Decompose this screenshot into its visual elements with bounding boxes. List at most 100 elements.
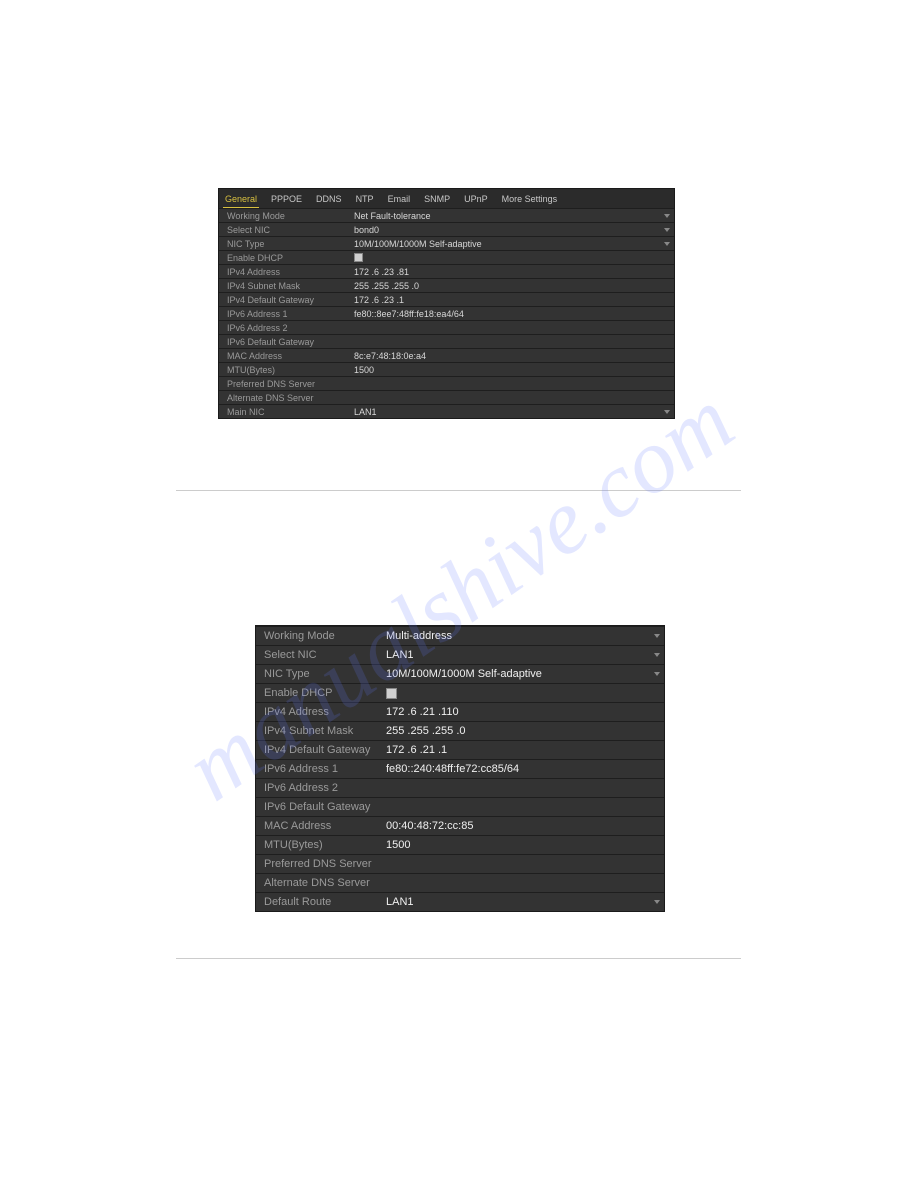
setting-row: Preferred DNS Server [256, 854, 664, 873]
setting-row: MAC Address00:40:48:72:cc:85 [256, 816, 664, 835]
setting-label: Default Route [256, 896, 386, 908]
setting-label: IPv6 Address 1 [256, 763, 386, 775]
setting-value[interactable]: LAN1 [386, 896, 664, 908]
tab-ntp[interactable]: NTP [354, 192, 376, 208]
network-settings-panel-1: General PPPOE DDNS NTP Email SNMP UPnP More Set… [218, 188, 675, 419]
setting-value[interactable]: 10M/100M/1000M Self-adaptive [354, 239, 674, 249]
chevron-down-icon [664, 410, 670, 414]
dhcp-checkbox[interactable] [386, 688, 397, 699]
setting-label: Alternate DNS Server [219, 393, 354, 403]
setting-label: MTU(Bytes) [256, 839, 386, 851]
setting-label: IPv6 Address 2 [219, 323, 354, 333]
setting-label: IPv6 Default Gateway [219, 337, 354, 347]
tab-upnp[interactable]: UPnP [462, 192, 490, 208]
setting-label: IPv4 Address [256, 706, 386, 718]
setting-label: NIC Type [219, 239, 354, 249]
chevron-down-icon [654, 634, 660, 638]
setting-row: IPv4 Address172 .6 .23 .81 [219, 264, 674, 278]
setting-value: 172 .6 .21 .1 [386, 744, 664, 756]
setting-value[interactable]: 10M/100M/1000M Self-adaptive [386, 668, 664, 680]
setting-row[interactable]: Select NICbond0 [219, 222, 674, 236]
setting-row: Preferred DNS Server [219, 376, 674, 390]
setting-label: IPv6 Address 2 [256, 782, 386, 794]
tab-pppoe[interactable]: PPPOE [269, 192, 304, 208]
setting-label: MAC Address [256, 820, 386, 832]
setting-row: Alternate DNS Server [256, 873, 664, 892]
chevron-down-icon [664, 214, 670, 218]
setting-row: IPv4 Subnet Mask255 .255 .255 .0 [219, 278, 674, 292]
setting-value: 172 .6 .23 .1 [354, 295, 674, 305]
setting-row[interactable]: Select NICLAN1 [256, 645, 664, 664]
setting-value: 255 .255 .255 .0 [354, 281, 674, 291]
network-settings-panel-2: Working ModeMulti-addressSelect NICLAN1N… [255, 625, 665, 912]
setting-row[interactable]: NIC Type10M/100M/1000M Self-adaptive [219, 236, 674, 250]
setting-value: 1500 [354, 365, 674, 375]
tab-ddns[interactable]: DDNS [314, 192, 344, 208]
setting-row: Alternate DNS Server [219, 390, 674, 404]
setting-row[interactable]: NIC Type10M/100M/1000M Self-adaptive [256, 664, 664, 683]
setting-value[interactable]: LAN1 [386, 649, 664, 661]
setting-value: 8c:e7:48:18:0e:a4 [354, 351, 674, 361]
setting-label: Select NIC [256, 649, 386, 661]
setting-label: IPv6 Default Gateway [256, 801, 386, 813]
setting-row: IPv4 Default Gateway172 .6 .23 .1 [219, 292, 674, 306]
setting-label: MTU(Bytes) [219, 365, 354, 375]
setting-label: IPv4 Address [219, 267, 354, 277]
chevron-down-icon [654, 900, 660, 904]
setting-label: Enable DHCP [256, 687, 386, 699]
setting-label: NIC Type [256, 668, 386, 680]
chevron-down-icon [664, 242, 670, 246]
setting-value[interactable]: LAN1 [354, 407, 674, 417]
setting-row: IPv4 Default Gateway172 .6 .21 .1 [256, 740, 664, 759]
dhcp-checkbox[interactable] [354, 253, 363, 262]
setting-row[interactable]: Enable DHCP [256, 683, 664, 702]
settings-rows: Working ModeMulti-addressSelect NICLAN1N… [256, 626, 664, 911]
setting-row: IPv4 Subnet Mask255 .255 .255 .0 [256, 721, 664, 740]
setting-value: fe80::8ee7:48ff:fe18:ea4/64 [354, 309, 674, 319]
setting-value[interactable]: Multi-address [386, 630, 664, 642]
setting-label: IPv6 Address 1 [219, 309, 354, 319]
setting-row[interactable]: Default RouteLAN1 [256, 892, 664, 911]
setting-row: IPv6 Address 2 [219, 320, 674, 334]
tabs-bar: General PPPOE DDNS NTP Email SNMP UPnP More Set… [219, 189, 674, 208]
settings-rows: Working ModeNet Fault-toleranceSelect NI… [219, 208, 674, 418]
tab-general[interactable]: General [223, 192, 259, 208]
setting-label: Preferred DNS Server [219, 379, 354, 389]
tab-email[interactable]: Email [386, 192, 413, 208]
setting-label: Main NIC [219, 407, 354, 417]
setting-row: MTU(Bytes)1500 [256, 835, 664, 854]
setting-value[interactable]: bond0 [354, 225, 674, 235]
setting-row: IPv6 Default Gateway [256, 797, 664, 816]
chevron-down-icon [664, 228, 670, 232]
setting-label: IPv4 Default Gateway [256, 744, 386, 756]
setting-label: IPv4 Default Gateway [219, 295, 354, 305]
setting-label: MAC Address [219, 351, 354, 361]
setting-row: MTU(Bytes)1500 [219, 362, 674, 376]
setting-row[interactable]: Working ModeNet Fault-tolerance [219, 208, 674, 222]
setting-row: IPv4 Address172 .6 .21 .110 [256, 702, 664, 721]
setting-row[interactable]: Enable DHCP [219, 250, 674, 264]
setting-value[interactable]: Net Fault-tolerance [354, 211, 674, 221]
setting-value: fe80::240:48ff:fe72:cc85/64 [386, 763, 664, 775]
setting-value: 1500 [386, 839, 664, 851]
setting-row: IPv6 Address 1fe80::240:48ff:fe72:cc85/6… [256, 759, 664, 778]
setting-value: 255 .255 .255 .0 [386, 725, 664, 737]
setting-value: 172 .6 .23 .81 [354, 267, 674, 277]
separator [176, 490, 741, 491]
setting-value: 00:40:48:72:cc:85 [386, 820, 664, 832]
setting-row: IPv6 Address 2 [256, 778, 664, 797]
setting-row[interactable]: Working ModeMulti-address [256, 626, 664, 645]
setting-label: Working Mode [219, 211, 354, 221]
tab-snmp[interactable]: SNMP [422, 192, 452, 208]
setting-label: Alternate DNS Server [256, 877, 386, 889]
setting-label: Preferred DNS Server [256, 858, 386, 870]
chevron-down-icon [654, 672, 660, 676]
setting-row: IPv6 Default Gateway [219, 334, 674, 348]
setting-label: Working Mode [256, 630, 386, 642]
setting-row: MAC Address8c:e7:48:18:0e:a4 [219, 348, 674, 362]
setting-value: 172 .6 .21 .110 [386, 706, 664, 718]
setting-row[interactable]: Main NICLAN1 [219, 404, 674, 418]
setting-row: IPv6 Address 1fe80::8ee7:48ff:fe18:ea4/6… [219, 306, 674, 320]
setting-label: IPv4 Subnet Mask [219, 281, 354, 291]
tab-more-settings[interactable]: More Settings [500, 192, 560, 208]
